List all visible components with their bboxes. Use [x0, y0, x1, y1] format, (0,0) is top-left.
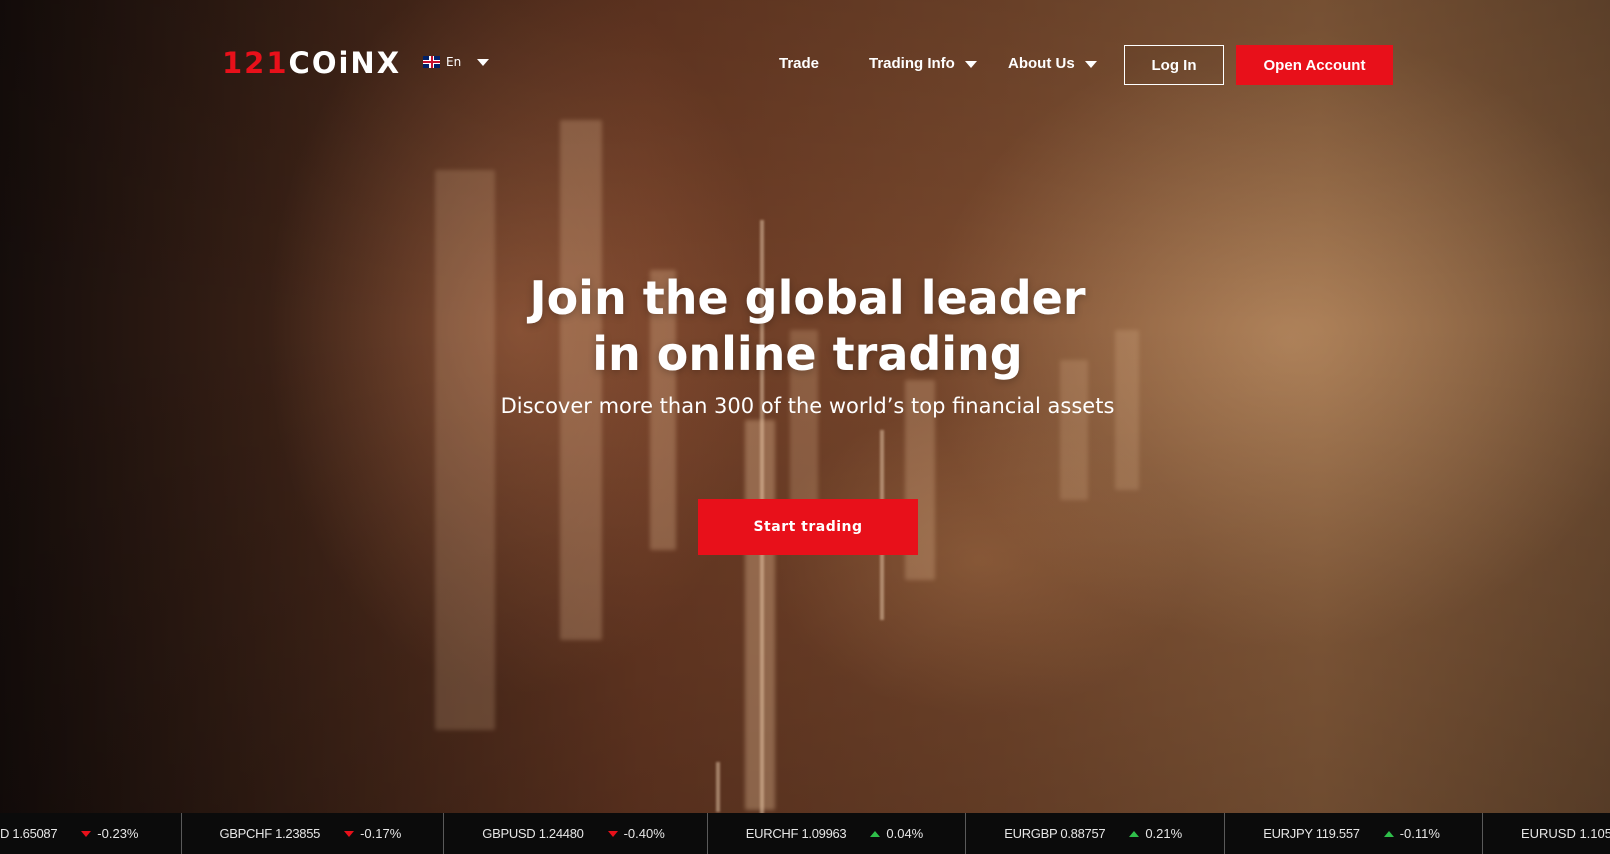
- ticker-change: -0.40%: [623, 826, 665, 841]
- hero-subline: Discover more than 300 of the world’s to…: [500, 394, 1115, 418]
- ticker-change: -0.23%: [97, 826, 139, 841]
- ticker-symbol: EURCHF 1.09963: [745, 826, 847, 841]
- arrow-up-icon: [1129, 830, 1140, 837]
- ticker-item[interactable]: EURGBP 0.88757 0.21%: [966, 813, 1226, 854]
- chevron-down-icon: [1084, 60, 1097, 68]
- ticker-item[interactable]: D 1.65087 -0.23%: [0, 813, 182, 854]
- logo-number: 121: [222, 46, 289, 80]
- ticker-symbol: EURGBP 0.88757: [1004, 826, 1106, 841]
- ticker-change: -0.17%: [360, 826, 402, 841]
- ticker-track: D 1.65087 -0.23% GBPCHF 1.23855 -0.17% G…: [0, 813, 1610, 854]
- ticker-item[interactable]: EURJPY 119.557 -0.11%: [1225, 813, 1483, 854]
- nav-trade-label: Trade: [779, 55, 820, 72]
- login-button[interactable]: Log In: [1124, 45, 1224, 85]
- ticker-item[interactable]: EURCHF 1.09963 0.04%: [708, 813, 967, 854]
- ticker-symbol: GBPUSD 1.24480: [482, 826, 584, 841]
- start-trading-button[interactable]: Start trading: [698, 499, 918, 555]
- logo[interactable]: 121COiNX: [222, 45, 401, 81]
- nav-trading-info[interactable]: Trading Info: [869, 53, 977, 75]
- ticker-change: -0.11%: [1399, 826, 1440, 841]
- language-label: En: [446, 55, 462, 69]
- ticker-item[interactable]: GBPUSD 1.24480 -0.40%: [444, 813, 708, 854]
- arrow-up-icon: [1383, 830, 1394, 837]
- language-selector[interactable]: En: [423, 55, 490, 69]
- ticker-change: 0.04%: [886, 826, 924, 841]
- arrow-down-icon: [344, 830, 355, 837]
- ticker-symbol: GBPCHF 1.23855: [219, 826, 321, 841]
- chevron-down-icon: [477, 58, 490, 66]
- ticker-symbol: D 1.65087: [0, 826, 58, 841]
- chart-candle: [435, 170, 495, 730]
- uk-flag-icon: [423, 56, 440, 68]
- logo-text: COiNX: [288, 46, 402, 80]
- chart-candle: [745, 420, 775, 810]
- nav-trading-info-label: Trading Info: [869, 55, 955, 72]
- open-account-button[interactable]: Open Account: [1236, 45, 1393, 85]
- chart-wick: [716, 762, 720, 812]
- hero-headline-line2: in online trading: [592, 327, 1023, 381]
- nav-about-us[interactable]: About Us: [1008, 53, 1097, 75]
- ticker-symbol: EURJPY 119.557: [1263, 826, 1360, 841]
- ticker-item[interactable]: GBPCHF 1.23855 -0.17%: [182, 813, 445, 854]
- ticker-change: 0.21%: [1145, 826, 1183, 841]
- arrow-down-icon: [607, 830, 618, 837]
- hero-headline: Join the global leader in online trading: [0, 270, 1610, 382]
- nav-trade[interactable]: Trade: [779, 53, 819, 75]
- price-ticker: D 1.65087 -0.23% GBPCHF 1.23855 -0.17% G…: [0, 813, 1610, 854]
- chevron-down-icon: [964, 60, 977, 68]
- hero-headline-line1: Join the global leader: [529, 271, 1086, 325]
- ticker-symbol: EURUSD 1.10511: [1520, 826, 1610, 841]
- arrow-up-icon: [870, 830, 881, 837]
- arrow-down-icon: [81, 830, 92, 837]
- ticker-item[interactable]: EURUSD 1.10511: [1483, 813, 1610, 854]
- nav-about-us-label: About Us: [1008, 55, 1075, 72]
